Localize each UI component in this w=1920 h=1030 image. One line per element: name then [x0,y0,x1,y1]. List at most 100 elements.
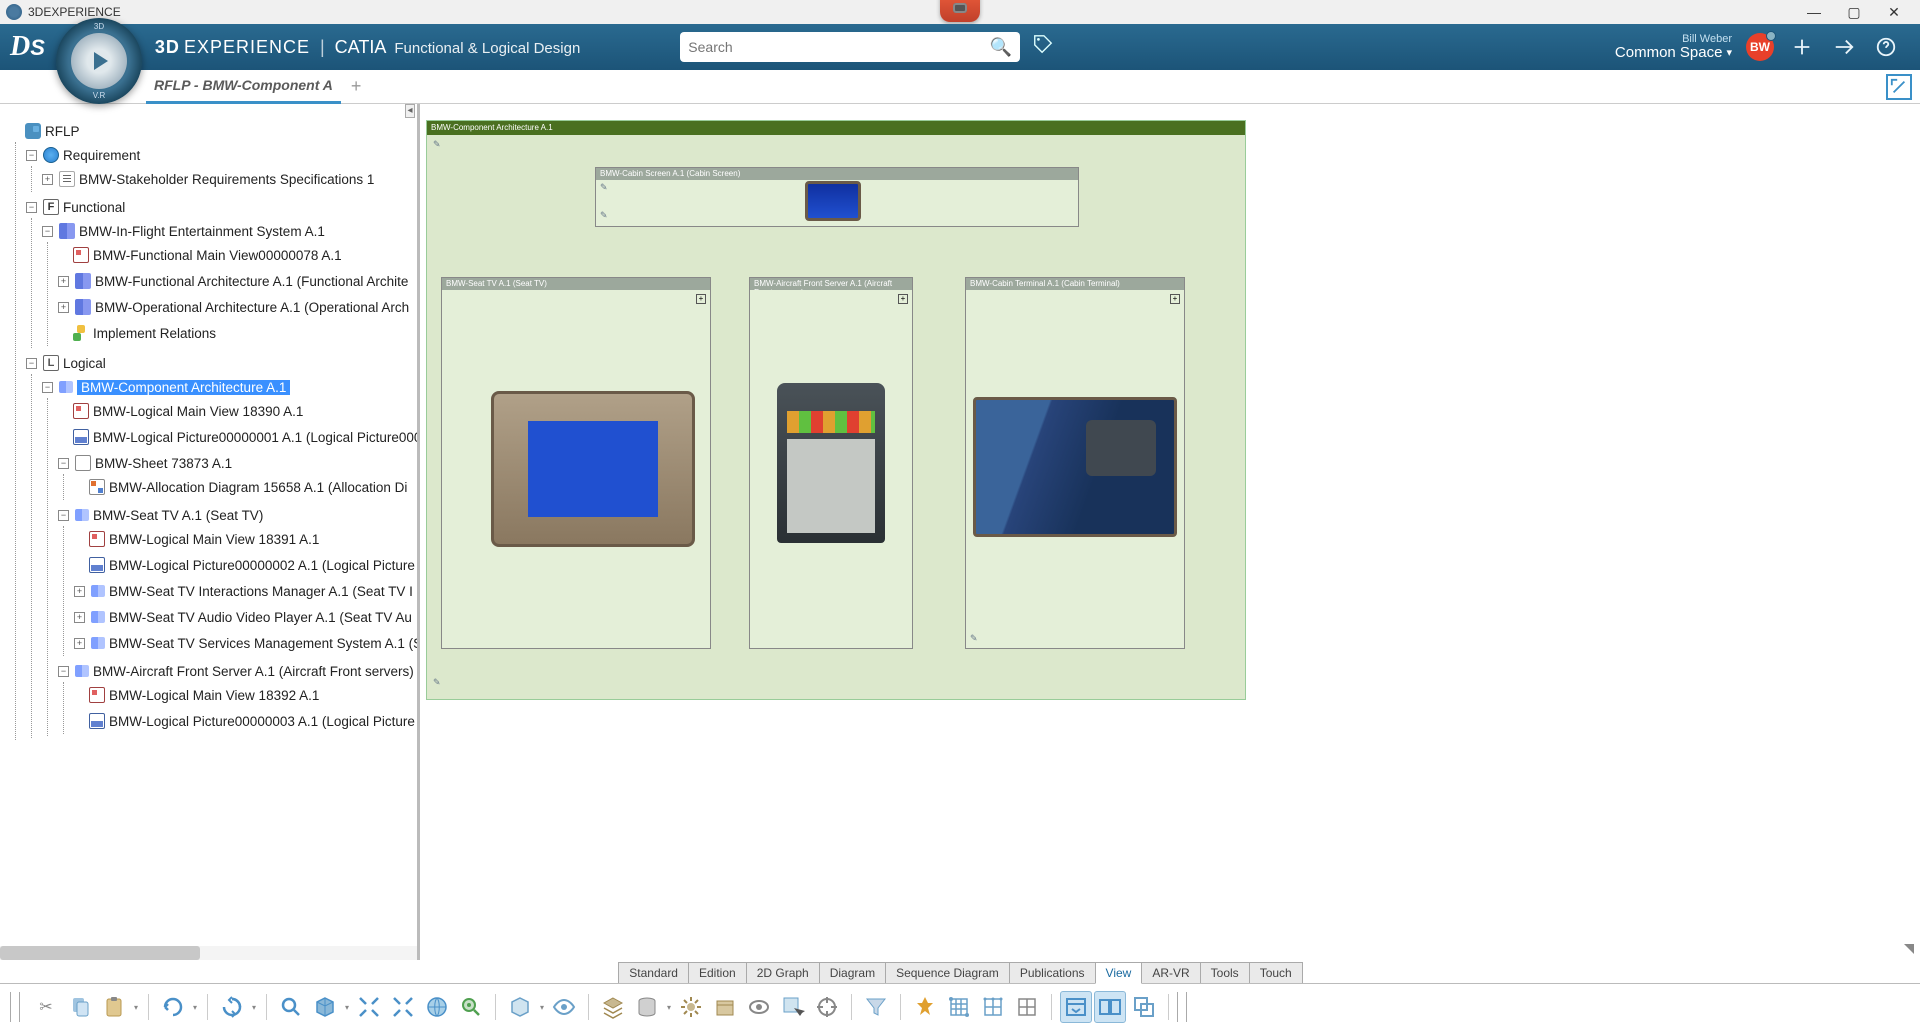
collapse-icon[interactable]: − [58,510,69,521]
record-icon[interactable] [940,0,980,22]
fullscreen-button[interactable] [1886,74,1912,100]
tab-2dgraph[interactable]: 2D Graph [746,962,820,983]
expand-icon[interactable]: + [42,174,53,185]
tree-item[interactable]: BMW-Logical Main View 18392 A.1 [74,684,417,706]
compass-widget[interactable]: 3DV.R [56,18,142,104]
pin-button[interactable] [909,991,941,1023]
tab-standard[interactable]: Standard [618,962,689,983]
document-tab[interactable]: RFLP - BMW-Component A [146,70,341,104]
collapse-icon[interactable]: − [42,382,53,393]
grid2-button[interactable] [977,991,1009,1023]
filter-button[interactable] [860,991,892,1023]
expand-icon[interactable]: + [74,638,85,649]
tree-logical[interactable]: −LLogical [26,352,417,374]
window-minimize-button[interactable]: — [1794,0,1834,24]
tree-item[interactable]: +BMW-Seat TV Interactions Manager A.1 (S… [74,580,417,602]
undo-button[interactable] [157,991,189,1023]
tab-edition[interactable]: Edition [688,962,747,983]
collapse-icon[interactable]: − [26,150,37,161]
expand-icon[interactable]: + [58,276,69,287]
tab-view[interactable]: View [1095,962,1143,984]
window-close-button[interactable]: ✕ [1874,0,1914,24]
tab-diagram[interactable]: Diagram [819,962,886,983]
crosshair-button[interactable] [811,991,843,1023]
database-button[interactable] [631,991,663,1023]
tab-sequence[interactable]: Sequence Diagram [885,962,1010,983]
tree-requirement[interactable]: −Requirement [26,144,417,166]
expand-button[interactable]: + [898,294,908,304]
tag-icon[interactable] [1032,33,1054,61]
snap-button[interactable] [1011,991,1043,1023]
expand-button[interactable]: + [696,294,706,304]
collapse-icon[interactable]: − [42,226,53,237]
expand-button[interactable]: + [1170,294,1180,304]
tree-item[interactable]: +BMW-Seat TV Audio Video Player A.1 (Sea… [74,606,417,628]
tree-item[interactable]: Implement Relations [58,322,417,344]
tree-item[interactable]: +BMW-Stakeholder Requirements Specificat… [42,168,417,190]
search-box[interactable]: 🔍 [680,32,1020,62]
toolbar-handle[interactable] [1177,992,1187,1022]
tree-item[interactable]: BMW-Logical Picture00000002 A.1 (Logical… [74,554,417,576]
tree-item[interactable]: +BMW-Functional Architecture A.1 (Functi… [58,270,417,292]
view2-button[interactable] [1094,991,1126,1023]
tree-item[interactable]: BMW-Logical Picture00000001 A.1 (Logical… [58,426,417,448]
tree-horizontal-scrollbar[interactable] [0,946,417,960]
collapse-icon[interactable]: − [26,202,37,213]
tree-item[interactable]: −BMW-Seat TV A.1 (Seat TV) [58,504,417,526]
tree-item[interactable]: BMW-Logical Picture00000003 A.1 (Logical… [74,710,417,732]
tree-item-selected[interactable]: −BMW-Component Architecture A.1 [42,376,417,398]
tree-root[interactable]: RFLP [10,120,417,142]
refresh-button[interactable] [216,991,248,1023]
collapse-handle[interactable]: ◂ [405,104,415,118]
tree-item[interactable]: BMW-Logical Main View 18390 A.1 [58,400,417,422]
select-button[interactable] [777,991,809,1023]
fitall-button[interactable] [309,991,341,1023]
tree-functional[interactable]: −FFunctional [26,196,417,218]
expand-button[interactable] [387,991,419,1023]
share-icon[interactable] [1830,33,1858,61]
tree-item[interactable]: BMW-Logical Main View 18391 A.1 [74,528,417,550]
expand-icon[interactable]: + [58,302,69,313]
toolbar-handle[interactable] [10,992,20,1022]
tree-item[interactable]: +BMW-Seat TV Services Management System … [74,632,417,654]
collapse-icon[interactable]: − [58,458,69,469]
tree-item[interactable]: BMW-Functional Main View00000078 A.1 [58,244,417,266]
add-icon[interactable] [1788,33,1816,61]
isometric-button[interactable] [504,991,536,1023]
diagram-sheet[interactable]: BMW-Component Architecture A.1 ✎ BMW-Cab… [426,120,1246,700]
copy-button[interactable] [64,991,96,1023]
expand-icon[interactable]: + [74,612,85,623]
gear-button[interactable] [675,991,707,1023]
tab-arvr[interactable]: AR-VR [1141,962,1200,983]
tree-item[interactable]: −BMW-In-Flight Entertainment System A.1 [42,220,417,242]
avatar[interactable]: BW [1746,33,1774,61]
view3-button[interactable] [1128,991,1160,1023]
collapse-icon[interactable]: − [58,666,69,677]
tab-publications[interactable]: Publications [1009,962,1096,983]
diagram-canvas[interactable]: BMW-Component Architecture A.1 ✎ BMW-Cab… [420,104,1920,960]
showhide-button[interactable] [548,991,580,1023]
zoom-button[interactable] [275,991,307,1023]
tab-touch[interactable]: Touch [1249,962,1303,983]
help-icon[interactable] [1872,33,1900,61]
expand-icon[interactable]: + [74,586,85,597]
box-button[interactable] [709,991,741,1023]
grid-button[interactable] [943,991,975,1023]
collapse-icon[interactable]: − [26,358,37,369]
tree-item[interactable]: BMW-Allocation Diagram 15658 A.1 (Alloca… [74,476,417,498]
paste-button[interactable] [98,991,130,1023]
space-selector[interactable]: Common Space ▾ [1615,45,1732,62]
window-maximize-button[interactable]: ▢ [1834,0,1874,24]
cut-button[interactable]: ✂ [30,991,62,1023]
tree-item[interactable]: +BMW-Operational Architecture A.1 (Opera… [58,296,417,318]
tab-tools[interactable]: Tools [1200,962,1250,983]
recenter-button[interactable] [353,991,385,1023]
resize-handle-icon[interactable] [1904,944,1914,954]
layers-button[interactable] [597,991,629,1023]
tree-item[interactable]: −BMW-Aircraft Front Server A.1 (Aircraft… [58,660,417,682]
search-input[interactable] [688,39,990,55]
new-tab-button[interactable]: + [351,76,362,97]
find-button[interactable] [455,991,487,1023]
search-icon[interactable]: 🔍 [990,37,1012,58]
eye2-button[interactable] [743,991,775,1023]
